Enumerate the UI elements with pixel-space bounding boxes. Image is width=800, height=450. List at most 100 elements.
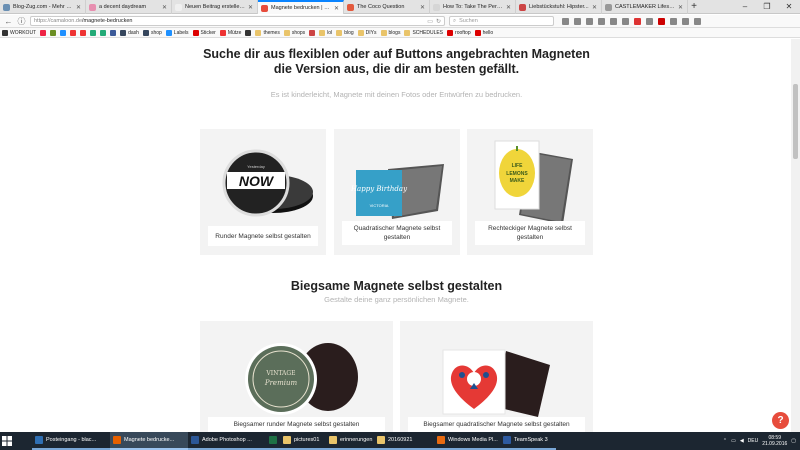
browser-tab[interactable]: Blog-Zug.com - Mehr Bes...✕ [0,0,86,14]
product-card-flexible-square[interactable]: Biegsamer quadratischer Magnete selbst g… [400,321,593,432]
product-card-flexible-round[interactable]: VINTAGE Premium Biegsamer runder Magnete… [200,321,393,432]
product-card-rectangle[interactable]: LIFE LEMONS MAKE Rechteckiger Magnete se… [467,129,593,255]
home-icon[interactable] [598,17,605,25]
bookmark-item[interactable]: Labels [165,29,189,36]
taskbar-item[interactable]: TeamSpeak 3 [500,432,556,450]
bookmark-item[interactable] [80,29,87,36]
bookmark-item[interactable]: DIYs [357,29,377,36]
windows-logo-icon [2,436,12,446]
minimize-button[interactable]: – [734,0,756,13]
taskbar-item[interactable]: 20160921 [374,432,434,450]
tab-close-icon[interactable]: ✕ [162,4,167,11]
volume-icon[interactable]: ◀ [740,438,744,444]
bookmark-item[interactable]: dash [120,29,139,36]
pocket-icon[interactable] [610,17,617,25]
taskbar-item[interactable]: Magnete bedrucke... [110,432,188,450]
bookmark-item[interactable]: lol [319,29,332,36]
taskbar-item[interactable]: pictures01 [280,432,326,450]
bookmark-item[interactable] [110,29,117,36]
bookmark-favicon-icon [309,29,316,36]
extension-icon[interactable] [646,17,653,25]
tab-close-icon[interactable]: ✕ [506,4,511,11]
start-button[interactable] [0,432,14,450]
sync-icon[interactable] [622,17,629,25]
scrollbar-thumb[interactable] [793,84,798,159]
pinterest-icon[interactable] [658,17,665,25]
bookmark-item[interactable] [50,29,57,36]
taskbar-item[interactable]: erinnerungen [326,432,374,450]
bookmark-item[interactable]: SCHEDULES [404,29,443,36]
tab-close-icon[interactable]: ✕ [420,4,425,11]
extension-icon[interactable] [682,17,689,25]
reload-icon[interactable]: ↻ [436,18,441,25]
tab-close-icon[interactable]: ✕ [334,5,339,12]
bookmark-item[interactable]: WORKOUT [2,29,36,36]
tab-close-icon[interactable]: ✕ [76,4,81,11]
bookmark-item[interactable] [245,29,252,36]
reader-icon[interactable]: ▭ [427,18,433,25]
bookmark-item[interactable] [60,29,67,36]
bookmark-item[interactable] [309,29,316,36]
bookmark-item[interactable]: themes [255,29,280,36]
bookmark-item[interactable]: Sticker [192,29,216,36]
product-card-square[interactable]: Happy Birthday VICTORIA Quadratischer Ma… [334,129,460,255]
tab-close-icon[interactable]: ✕ [592,4,597,11]
bookmark-item[interactable]: hello [474,29,493,36]
bookmark-item[interactable]: rooftop [447,29,471,36]
close-window-button[interactable]: ✕ [778,0,800,13]
image-caption: VICTORIA [370,203,389,208]
new-tab-button[interactable]: + [688,0,700,13]
bookmark-item[interactable]: Mütze [219,29,241,36]
taskbar-item[interactable]: Windows Media Pl... [434,432,500,450]
browser-tab[interactable]: The Coco Question ✕ [344,0,430,14]
browser-tab[interactable]: Neuen Beitrag erstellen - a dec...✕ [172,0,258,14]
section-title-flexible: Biegsame Magnete selbst gestalten [290,279,503,293]
page-scrollbar[interactable] [791,39,800,432]
reading-list-icon[interactable] [574,17,581,25]
taskbar-item[interactable] [266,432,280,450]
card-label: Quadratischer Magnete selbst gestalten [342,221,452,245]
browser-tab[interactable]: CASTLEMAKER Lifestyle-B...✕ [602,0,688,14]
url-path: /magnete-bedrucken [82,18,133,24]
card-label: Runder Magnete selbst gestalten [208,226,318,246]
bookmark-item[interactable]: blogs [380,29,400,36]
clock[interactable]: 08:59 21.09.2016 [762,435,787,447]
bookmark-item[interactable] [90,29,97,36]
browser-tab[interactable]: Liebstückstuhl: Hipster... ✕ [516,0,602,14]
bookmark-item[interactable] [70,29,77,36]
bookmark-item[interactable] [40,29,47,36]
search-bar[interactable]: ⌕ Suchen [449,16,554,26]
app-icon [35,436,43,444]
maximize-button[interactable]: ❐ [756,0,778,13]
browser-tab[interactable]: How To: Take The Perfect Flatl...✕ [430,0,516,14]
info-icon[interactable]: ⓘ [17,16,26,27]
browser-tab[interactable]: a decent daydream ✕ [86,0,172,14]
chevron-up-icon[interactable]: ⌃ [723,438,727,444]
tab-close-icon[interactable]: ✕ [248,4,253,11]
taskbar-item-label: Adobe Photoshop ... [202,437,252,443]
page-headline: Suche dir aus flexiblen oder auf Buttons… [203,47,590,76]
bookmark-item[interactable]: blog [336,29,354,36]
star-icon[interactable] [562,17,569,25]
taskbar-item[interactable]: Posteingang - blac... [32,432,110,450]
bookmark-favicon-icon [40,29,47,36]
notification-icon[interactable]: ▢ [791,438,796,444]
tab-title: Liebstückstuhl: Hipster... [529,4,589,10]
url-bar[interactable]: https://camaloon.de/magnete-bedrucken ▭ … [30,16,445,26]
network-icon[interactable]: ▭ [731,438,736,444]
download-icon[interactable] [586,17,593,25]
adblock-icon[interactable] [634,17,641,25]
bookmark-item[interactable]: shop [142,29,162,36]
help-button[interactable]: ? [772,412,789,429]
product-card-round[interactable]: Yesterday NOW Runder Magnete selbst gest… [200,129,326,255]
extension-icon[interactable] [670,17,677,25]
language-indicator[interactable]: DEU [748,438,759,444]
menu-icon[interactable] [694,17,701,25]
card-label: Biegsamer quadratischer Magnete selbst g… [408,417,585,432]
taskbar-item[interactable]: Adobe Photoshop ... [188,432,266,450]
browser-tab[interactable]: Magnete bedrucken | Ca... ✕ [258,0,344,14]
back-arrow-icon[interactable]: ← [4,17,13,26]
bookmark-item[interactable] [100,29,107,36]
tab-close-icon[interactable]: ✕ [678,4,683,11]
bookmark-item[interactable]: shops [283,29,305,36]
